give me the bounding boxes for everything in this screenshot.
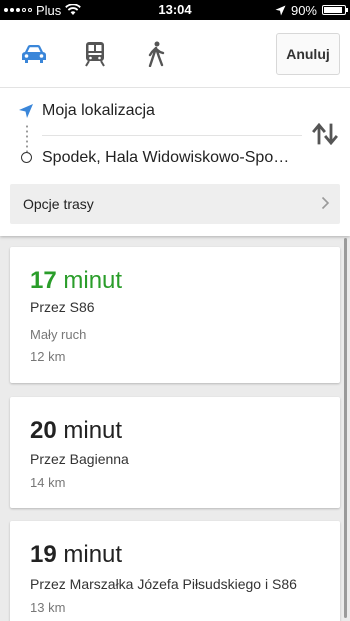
route-minutes: 17 bbox=[30, 267, 57, 294]
scrollbar[interactable] bbox=[344, 238, 347, 618]
mode-transit-button[interactable] bbox=[70, 32, 120, 76]
route-distance: 13 km bbox=[30, 600, 66, 615]
route-distance: 14 km bbox=[30, 475, 66, 490]
battery-percent: 90% bbox=[290, 2, 317, 18]
route-via: Przez Marszałka Józefa Piłsudskiego i S8… bbox=[30, 576, 297, 592]
route-card[interactable]: 19 minut Przez Marszałka Józefa Piłsudsk… bbox=[10, 521, 340, 621]
route-options-label: Opcje trasy bbox=[23, 196, 94, 212]
route-endpoints: Moja lokalizacja Spodek, Hala Widowiskow… bbox=[0, 88, 350, 180]
location-arrow-icon bbox=[275, 5, 286, 15]
travel-mode-bar: Anuluj bbox=[0, 20, 350, 88]
route-unit: minut bbox=[63, 267, 123, 294]
route-minutes: 20 bbox=[30, 417, 57, 444]
car-icon bbox=[22, 45, 46, 63]
route-connector bbox=[26, 124, 28, 152]
origin-field[interactable]: Moja lokalizacja bbox=[42, 102, 155, 120]
route-duration: 19 minut bbox=[30, 541, 122, 569]
route-duration: 17 minut bbox=[30, 267, 122, 295]
route-card[interactable]: 17 minut Przez S86 Mały ruch 12 km bbox=[10, 247, 340, 383]
directions-panel: Anuluj Moja lokalizacja Spodek, Hala Wid… bbox=[0, 20, 350, 236]
walk-icon bbox=[148, 41, 165, 67]
divider bbox=[42, 135, 302, 136]
mode-walk-button[interactable] bbox=[131, 32, 181, 76]
status-bar: Plus 13:04 90% bbox=[0, 0, 350, 20]
route-via: Przez S86 bbox=[30, 299, 95, 315]
mode-car-button[interactable] bbox=[9, 32, 59, 76]
destination-icon bbox=[21, 152, 32, 163]
route-via: Przez Bagienna bbox=[30, 451, 129, 467]
battery-icon bbox=[322, 5, 348, 15]
route-unit: minut bbox=[63, 541, 123, 568]
route-unit: minut bbox=[63, 417, 123, 444]
route-options-button[interactable]: Opcje trasy bbox=[10, 184, 340, 224]
destination-field[interactable]: Spodek, Hala Widowiskowo-Spo… bbox=[42, 149, 307, 167]
train-icon bbox=[85, 42, 105, 67]
route-minutes: 19 bbox=[30, 541, 57, 568]
swap-icon[interactable] bbox=[312, 123, 338, 145]
chevron-right-icon bbox=[321, 196, 330, 210]
route-traffic: Mały ruch bbox=[30, 327, 87, 342]
route-duration: 20 minut bbox=[30, 417, 122, 445]
route-distance: 12 km bbox=[30, 349, 66, 364]
route-card[interactable]: 20 minut Przez Bagienna 14 km bbox=[10, 397, 340, 508]
my-location-icon bbox=[19, 104, 33, 118]
cancel-button[interactable]: Anuluj bbox=[276, 33, 340, 75]
